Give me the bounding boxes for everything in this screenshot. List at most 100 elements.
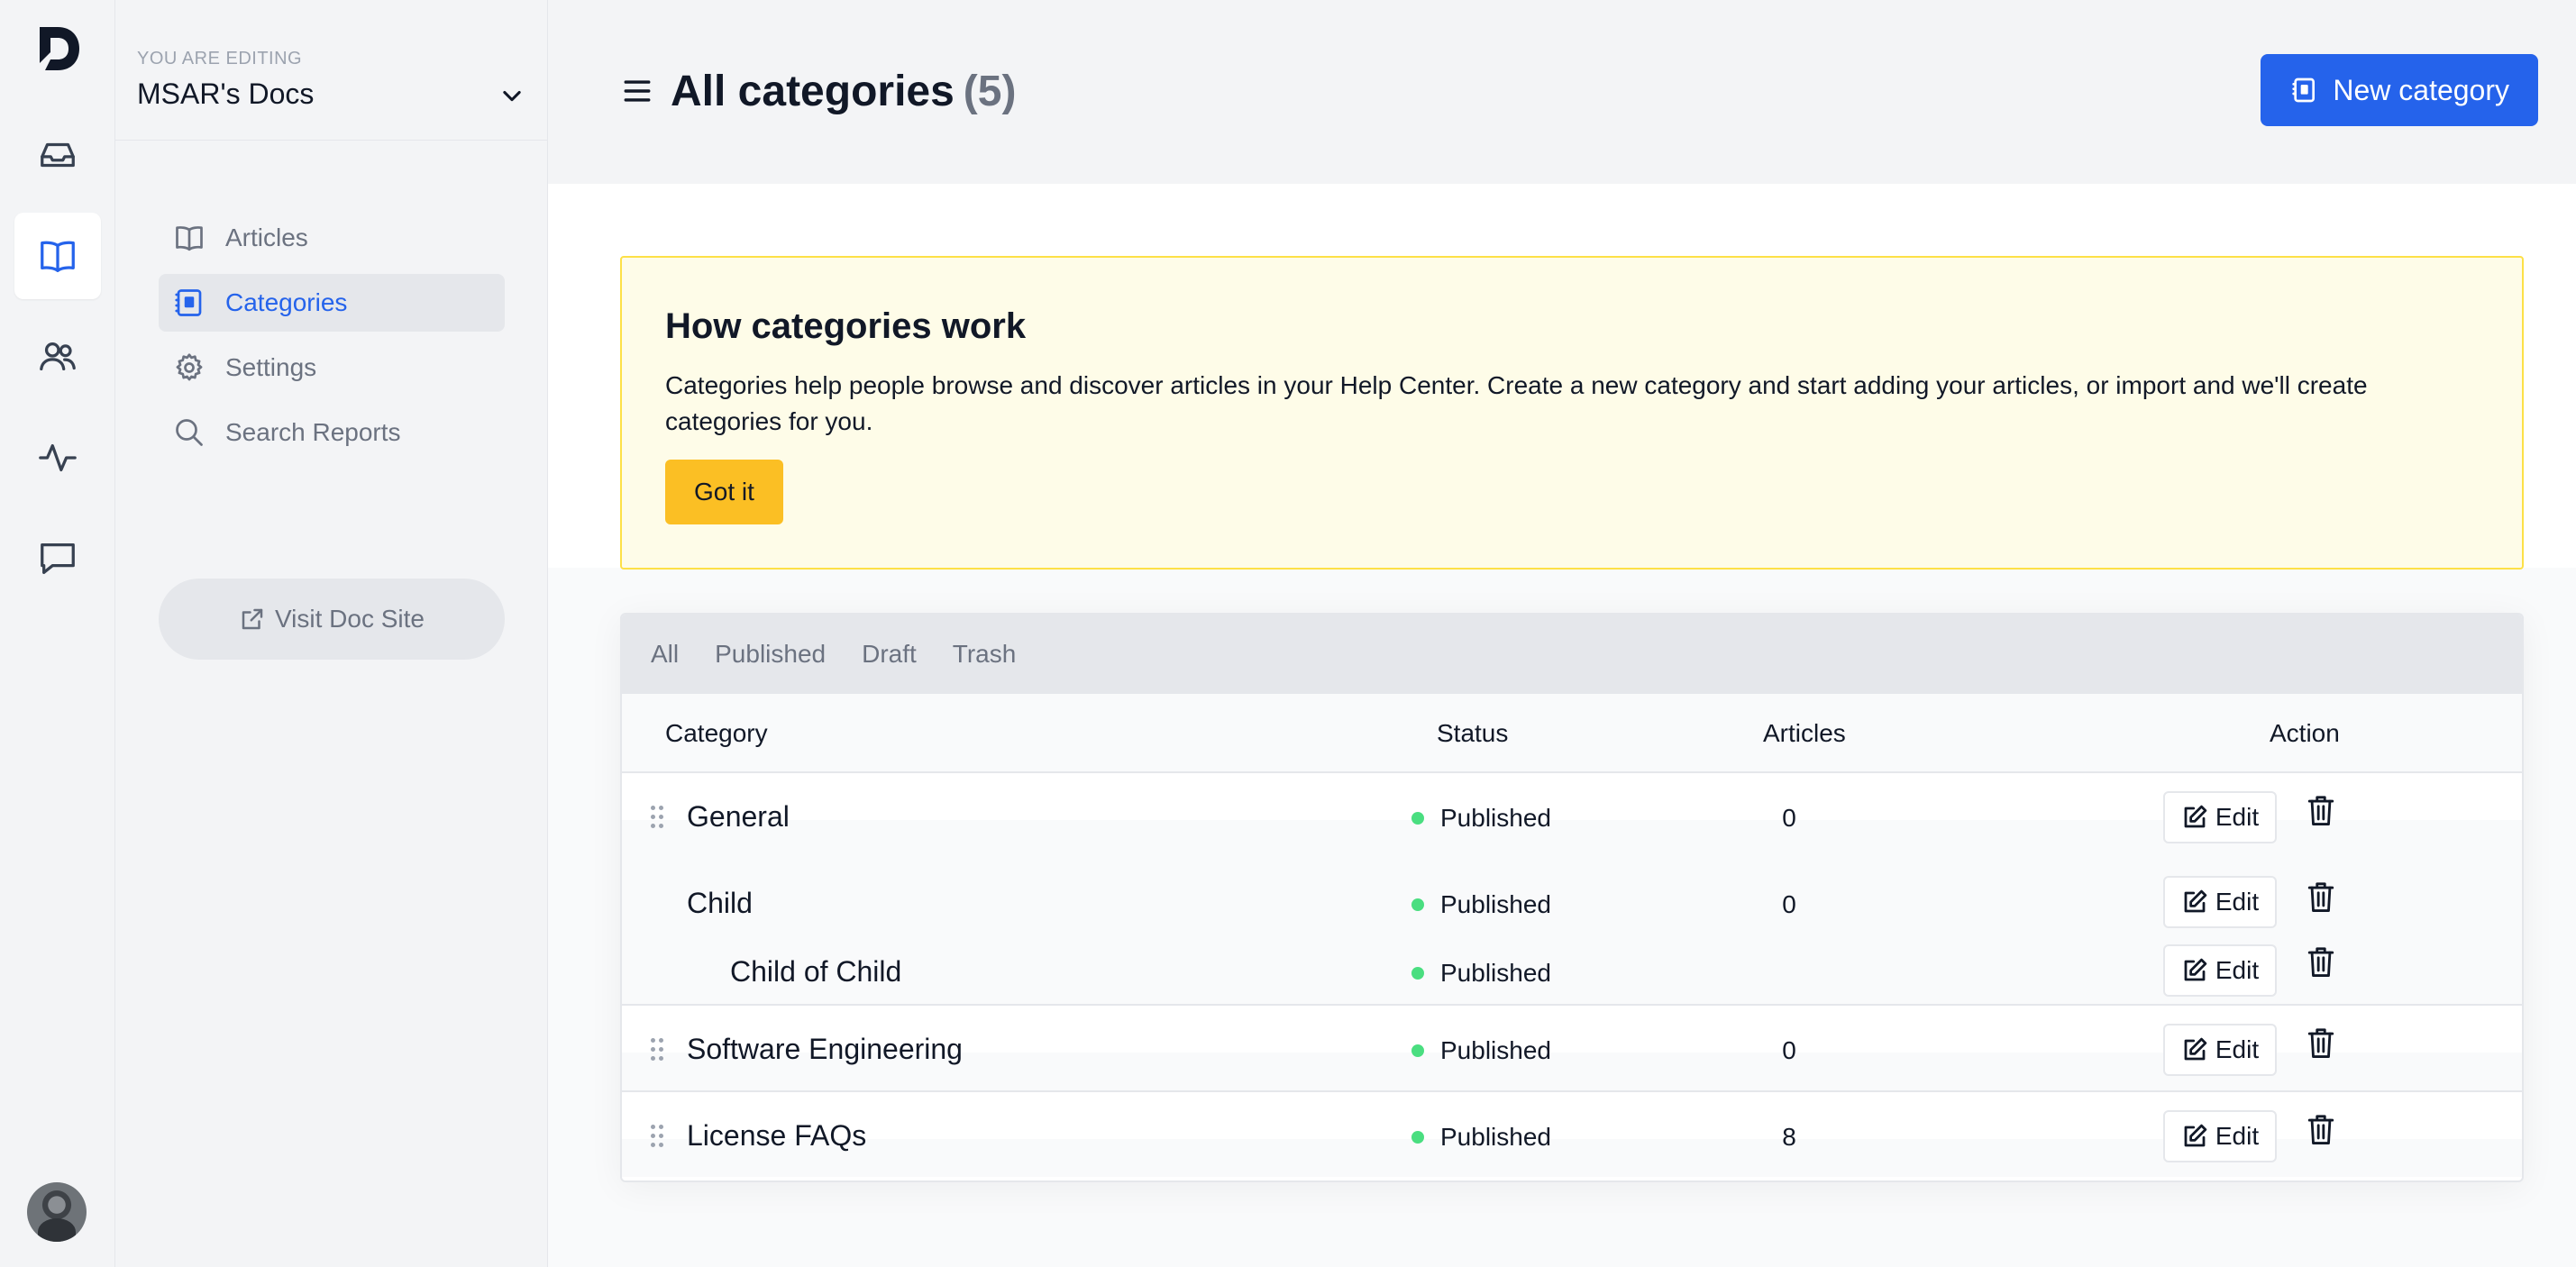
- chevron-down-icon: [503, 90, 521, 102]
- categories-table: All Published Draft Trash Category Statu…: [620, 613, 2524, 1182]
- trash-icon[interactable]: [2306, 1112, 2336, 1146]
- search-icon: [176, 419, 203, 446]
- edit-label: Edit: [2215, 1122, 2260, 1150]
- drag-handle-icon[interactable]: [651, 1125, 663, 1148]
- got-it-button[interactable]: Got it: [665, 460, 783, 524]
- edit-button[interactable]: Edit: [2163, 876, 2277, 928]
- new-category-button[interactable]: New category: [2261, 54, 2538, 126]
- table-row: Child of Child Published Edit: [622, 939, 2522, 1004]
- page-title: All categories (5): [671, 67, 1016, 116]
- users-icon: [40, 342, 76, 371]
- category-name[interactable]: License FAQs: [687, 1119, 866, 1153]
- sidebar-item-articles[interactable]: Articles: [159, 209, 505, 267]
- table-row: Child Published 0 Edit: [622, 860, 2522, 939]
- drag-handle-icon[interactable]: [651, 1038, 663, 1062]
- sidebar-item-search-reports[interactable]: Search Reports: [159, 404, 505, 461]
- trash-icon[interactable]: [2306, 880, 2336, 914]
- article-count: 0: [1782, 890, 1796, 918]
- sidebar-item-label: Settings: [225, 353, 317, 381]
- tab-all[interactable]: All: [651, 640, 679, 669]
- status-text: Published: [1440, 1123, 1551, 1151]
- inbox-nav-button[interactable]: [14, 112, 101, 198]
- new-category-label: New category: [2333, 73, 2509, 106]
- trash-icon[interactable]: [2306, 944, 2336, 979]
- category-name[interactable]: Child of Child: [730, 955, 901, 989]
- edit-icon: [2184, 958, 2207, 981]
- drag-handle-icon[interactable]: [651, 806, 663, 829]
- category-name[interactable]: Software Engineering: [687, 1033, 963, 1066]
- status-dot: [1411, 898, 1424, 911]
- column-header-category: Category: [665, 719, 768, 747]
- table-row: Software Engineering Published 0 Edit: [622, 1004, 2522, 1090]
- page-header: All categories (5) New category: [548, 0, 2576, 184]
- workspace-name: MSAR's Docs: [137, 77, 315, 110]
- workspace-eyebrow: YOU ARE EDITING: [137, 49, 303, 68]
- menu-icon[interactable]: [622, 76, 653, 106]
- notice-body: Categories help people browse and discov…: [665, 371, 2368, 435]
- category-count: (5): [963, 68, 1017, 115]
- edit-button[interactable]: Edit: [2163, 1110, 2277, 1162]
- sidebar-item-label: Articles: [225, 223, 308, 251]
- activity-icon: [39, 443, 77, 472]
- trash-icon[interactable]: [2306, 1025, 2336, 1060]
- external-link-icon: [242, 608, 263, 630]
- book-open-icon: [176, 226, 203, 251]
- column-header-status: Status: [1437, 719, 1509, 747]
- table-header: Category Status Articles Action: [622, 694, 2522, 773]
- status-badge: Published: [1411, 1036, 1551, 1065]
- sidebar-item-label: Search Reports: [225, 418, 401, 446]
- status-text: Published: [1440, 1036, 1551, 1064]
- status-dot: [1411, 1131, 1424, 1144]
- status-badge: Published: [1411, 804, 1551, 833]
- edit-button[interactable]: Edit: [2163, 791, 2277, 843]
- edit-label: Edit: [2215, 888, 2260, 916]
- status-dot: [1411, 1044, 1424, 1057]
- sidebar-item-label: Categories: [225, 288, 348, 316]
- docs-nav-button[interactable]: [14, 213, 101, 299]
- chat-icon: [41, 543, 75, 574]
- table-row: General Published 0 Edit: [622, 773, 2522, 860]
- page-title-text: All categories: [671, 68, 955, 115]
- status-text: Published: [1440, 804, 1551, 832]
- inbox-icon: [41, 142, 75, 168]
- docs-logo-icon[interactable]: [31, 22, 85, 76]
- analytics-nav-button[interactable]: [14, 415, 101, 501]
- workspace-picker[interactable]: YOU ARE EDITING MSAR's Docs: [115, 0, 548, 141]
- tab-published[interactable]: Published: [715, 640, 826, 669]
- avatar[interactable]: [27, 1182, 87, 1242]
- chat-nav-button[interactable]: [14, 515, 101, 602]
- status-badge: Published: [1411, 890, 1551, 919]
- tab-draft[interactable]: Draft: [862, 640, 917, 669]
- notice-title: How categories work: [665, 306, 1027, 346]
- category-icon: [2292, 77, 2316, 103]
- sidebar: YOU ARE EDITING MSAR's Docs Articles Cat…: [115, 0, 548, 1267]
- tab-trash[interactable]: Trash: [953, 640, 1017, 669]
- visit-doc-site-label: Visit Doc Site: [275, 605, 425, 633]
- status-dot: [1411, 967, 1424, 980]
- article-count: 8: [1782, 1123, 1796, 1151]
- trash-icon[interactable]: [2306, 793, 2336, 827]
- status-dot: [1411, 812, 1424, 825]
- info-notice: How categories work Categories help peop…: [620, 256, 2524, 570]
- edit-label: Edit: [2215, 1035, 2260, 1063]
- edit-icon: [2184, 1124, 2207, 1147]
- article-count: 0: [1782, 1036, 1796, 1064]
- column-header-articles: Articles: [1763, 719, 1846, 747]
- edit-button[interactable]: Edit: [2163, 944, 2277, 997]
- visit-doc-site-button[interactable]: Visit Doc Site: [159, 579, 505, 660]
- gear-icon: [176, 353, 203, 381]
- users-nav-button[interactable]: [14, 314, 101, 400]
- status-text: Published: [1440, 959, 1551, 987]
- sidebar-nav: Articles Categories Settings Search Repo…: [159, 209, 505, 469]
- status-badge: Published: [1411, 1123, 1551, 1152]
- edit-icon: [2184, 889, 2207, 913]
- sidebar-item-categories[interactable]: Categories: [159, 274, 505, 332]
- edit-button[interactable]: Edit: [2163, 1024, 2277, 1076]
- category-name[interactable]: General: [687, 800, 790, 834]
- status-filter-tabs: All Published Draft Trash: [622, 615, 2522, 694]
- edit-icon: [2184, 1037, 2207, 1061]
- category-name[interactable]: Child: [687, 887, 753, 920]
- sidebar-item-settings[interactable]: Settings: [159, 339, 505, 397]
- main-content: All categories (5) New category How categ…: [548, 0, 2576, 1267]
- column-header-action: Action: [2270, 719, 2340, 747]
